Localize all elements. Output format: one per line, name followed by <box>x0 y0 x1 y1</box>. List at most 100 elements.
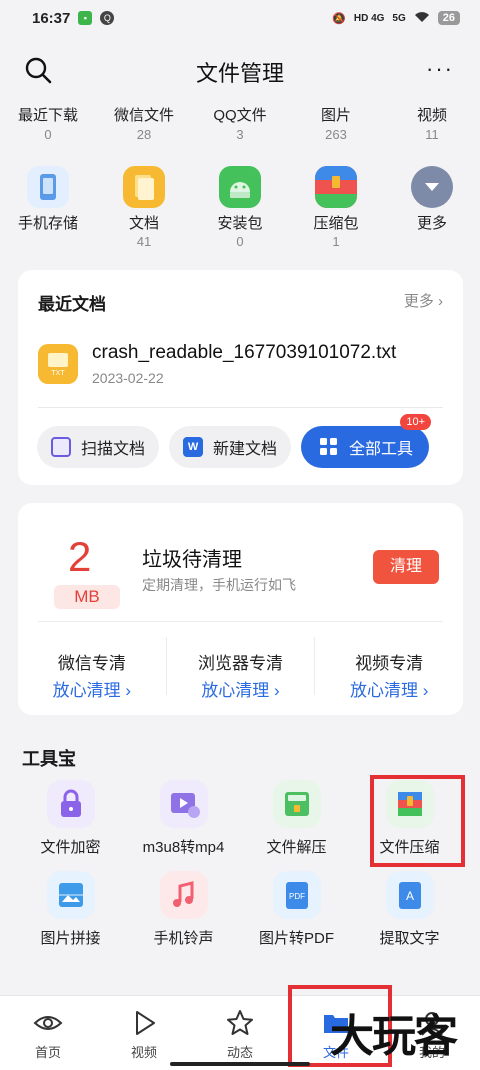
home-indicator[interactable] <box>170 1062 310 1066</box>
network-2-indicator: 5G <box>392 12 406 24</box>
all-tools-button[interactable]: 全部工具 10+ <box>301 414 432 468</box>
junk-size-unit: MB <box>54 585 120 609</box>
star-icon <box>225 1008 255 1038</box>
page-title: 文件管理 <box>195 61 284 86</box>
word-icon: W <box>183 437 204 457</box>
category-wechat-files[interactable]: 微信文件 28 <box>96 104 192 142</box>
android-package-icon <box>219 166 261 208</box>
search-icon[interactable] <box>24 56 52 84</box>
tool-label: 图片拼接 <box>40 930 101 947</box>
new-doc-label: 新建文档 <box>213 441 278 458</box>
wechat-clean-item[interactable]: 微信专清 放心清理 › <box>18 637 167 700</box>
special-clean-link[interactable]: 放心清理 › <box>167 676 315 701</box>
tab-label: 首页 <box>34 1045 61 1060</box>
shortcut-count: 0 <box>236 234 244 249</box>
extract-text-icon: A <box>385 871 434 919</box>
tool-m3u8-to-mp4[interactable]: m3u8转mp4 <box>127 780 240 857</box>
tool-label: 提取文字 <box>379 930 440 947</box>
txt-file-icon: TXT <box>38 344 78 384</box>
video-clean-item[interactable]: 视频专清 放心清理 › <box>315 637 463 700</box>
document-info: crash_readable_1677039101072.txt 2023-02… <box>92 342 396 386</box>
category-name: 最近下载 <box>17 107 78 124</box>
highlight-box-compress <box>370 775 465 867</box>
shortcut-more[interactable]: 更多 <box>384 166 480 249</box>
tool-label: 图片转PDF <box>258 930 334 947</box>
tool-extract-text[interactable]: A 提取文字 <box>353 871 466 948</box>
special-clean-link[interactable]: 放心清理 › <box>18 676 166 701</box>
status-bar: 16:37 ▪ Q 🔕 HD 4G 5G 26 <box>0 0 480 36</box>
category-images[interactable]: 图片 263 <box>288 104 384 142</box>
tool-file-unzip[interactable]: 文件解压 <box>240 780 353 857</box>
image-stitch-icon <box>46 871 95 919</box>
shortcut-label: 更多 <box>416 215 447 232</box>
shortcut-phone-storage[interactable]: 手机存储 <box>0 166 96 249</box>
tool-image-to-pdf[interactable]: PDF 图片转PDF <box>240 871 353 948</box>
shortcut-count: 41 <box>136 234 152 249</box>
tab-label: 动态 <box>226 1045 253 1060</box>
category-row: 最近下载 0 微信文件 28 QQ文件 3 图片 263 视频 11 <box>0 104 480 142</box>
category-name: 微信文件 <box>113 107 174 124</box>
tool-file-encrypt[interactable]: 文件加密 <box>14 780 127 857</box>
top-bar: 文件管理 ··· <box>0 44 480 100</box>
document-actions: 扫描文档 W 新建文档 全部工具 10+ <box>37 414 432 468</box>
q-notification-icon: Q <box>100 11 115 25</box>
shortcut-label: 压缩包 <box>313 215 359 232</box>
shortcut-label: 手机存储 <box>17 215 78 232</box>
recent-documents-title: 最近文档 <box>38 295 106 314</box>
tool-label: 文件解压 <box>266 839 327 856</box>
new-document-button[interactable]: W 新建文档 <box>169 426 292 468</box>
tool-image-stitch[interactable]: 图片拼接 <box>14 871 127 948</box>
tab-home[interactable]: 首页 <box>0 996 96 1070</box>
scan-document-button[interactable]: 扫描文档 <box>37 426 160 468</box>
special-clean-title: 浏览器专清 <box>198 654 283 673</box>
scan-icon <box>51 437 71 457</box>
all-tools-label: 全部工具 <box>349 441 414 458</box>
status-right: 🔕 HD 4G 5G 26 <box>332 11 460 26</box>
divider <box>38 407 443 408</box>
play-icon <box>129 1008 159 1038</box>
tab-label: 视频 <box>130 1045 157 1060</box>
special-clean-title: 视频专清 <box>355 654 424 673</box>
browser-clean-item[interactable]: 浏览器专清 放心清理 › <box>167 637 316 700</box>
svg-text:A: A <box>405 889 413 903</box>
archive-icon <box>315 166 357 208</box>
tab-video[interactable]: 视频 <box>96 996 192 1070</box>
category-name: QQ文件 <box>213 107 267 124</box>
toolbox-title: 工具宝 <box>22 749 76 769</box>
junk-size: 2 <box>68 533 92 580</box>
grid-icon <box>319 437 339 457</box>
shortcut-row: 手机存储 文档 41 安装包 0 压缩包 1 更多 <box>0 166 480 249</box>
recent-document-item[interactable]: TXT crash_readable_1677039101072.txt 202… <box>38 342 396 386</box>
special-clean-link[interactable]: 放心清理 › <box>315 676 463 701</box>
phone-storage-icon <box>27 166 69 208</box>
junk-subtitle: 定期清理，手机运行如飞 <box>142 577 296 593</box>
documents-icon <box>123 166 165 208</box>
mute-icon: 🔕 <box>332 12 346 25</box>
recent-more-link[interactable]: 更多 › <box>404 290 443 311</box>
tool-ringtone[interactable]: 手机铃声 <box>127 871 240 948</box>
image-to-pdf-icon: PDF <box>272 871 321 919</box>
battery-indicator: 26 <box>437 11 460 25</box>
document-filename: crash_readable_1677039101072.txt <box>92 342 397 363</box>
network-1-indicator: HD 4G <box>353 12 385 24</box>
category-qq-files[interactable]: QQ文件 3 <box>192 104 288 142</box>
shortcut-install-packages[interactable]: 安装包 0 <box>192 166 288 249</box>
category-count: 3 <box>236 127 244 142</box>
shortcut-label: 安装包 <box>217 215 263 232</box>
category-count: 11 <box>425 127 439 142</box>
clean-button[interactable]: 清理 <box>373 550 439 584</box>
category-name: 视频 <box>416 107 447 124</box>
shortcut-archives[interactable]: 压缩包 1 <box>288 166 384 249</box>
special-clean-title: 微信专清 <box>57 654 126 673</box>
shortcut-documents[interactable]: 文档 41 <box>96 166 192 249</box>
category-videos[interactable]: 视频 11 <box>384 104 480 142</box>
wifi-icon <box>414 11 430 26</box>
category-recent-downloads[interactable]: 最近下载 0 <box>0 104 96 142</box>
ringtone-icon <box>159 871 208 919</box>
category-count: 28 <box>136 127 152 142</box>
video-convert-icon <box>159 780 208 828</box>
tab-feed[interactable]: 动态 <box>192 996 288 1070</box>
more-options-icon[interactable]: ··· <box>426 58 454 80</box>
eye-icon <box>33 1008 63 1038</box>
tool-label: m3u8转mp4 <box>142 839 225 856</box>
